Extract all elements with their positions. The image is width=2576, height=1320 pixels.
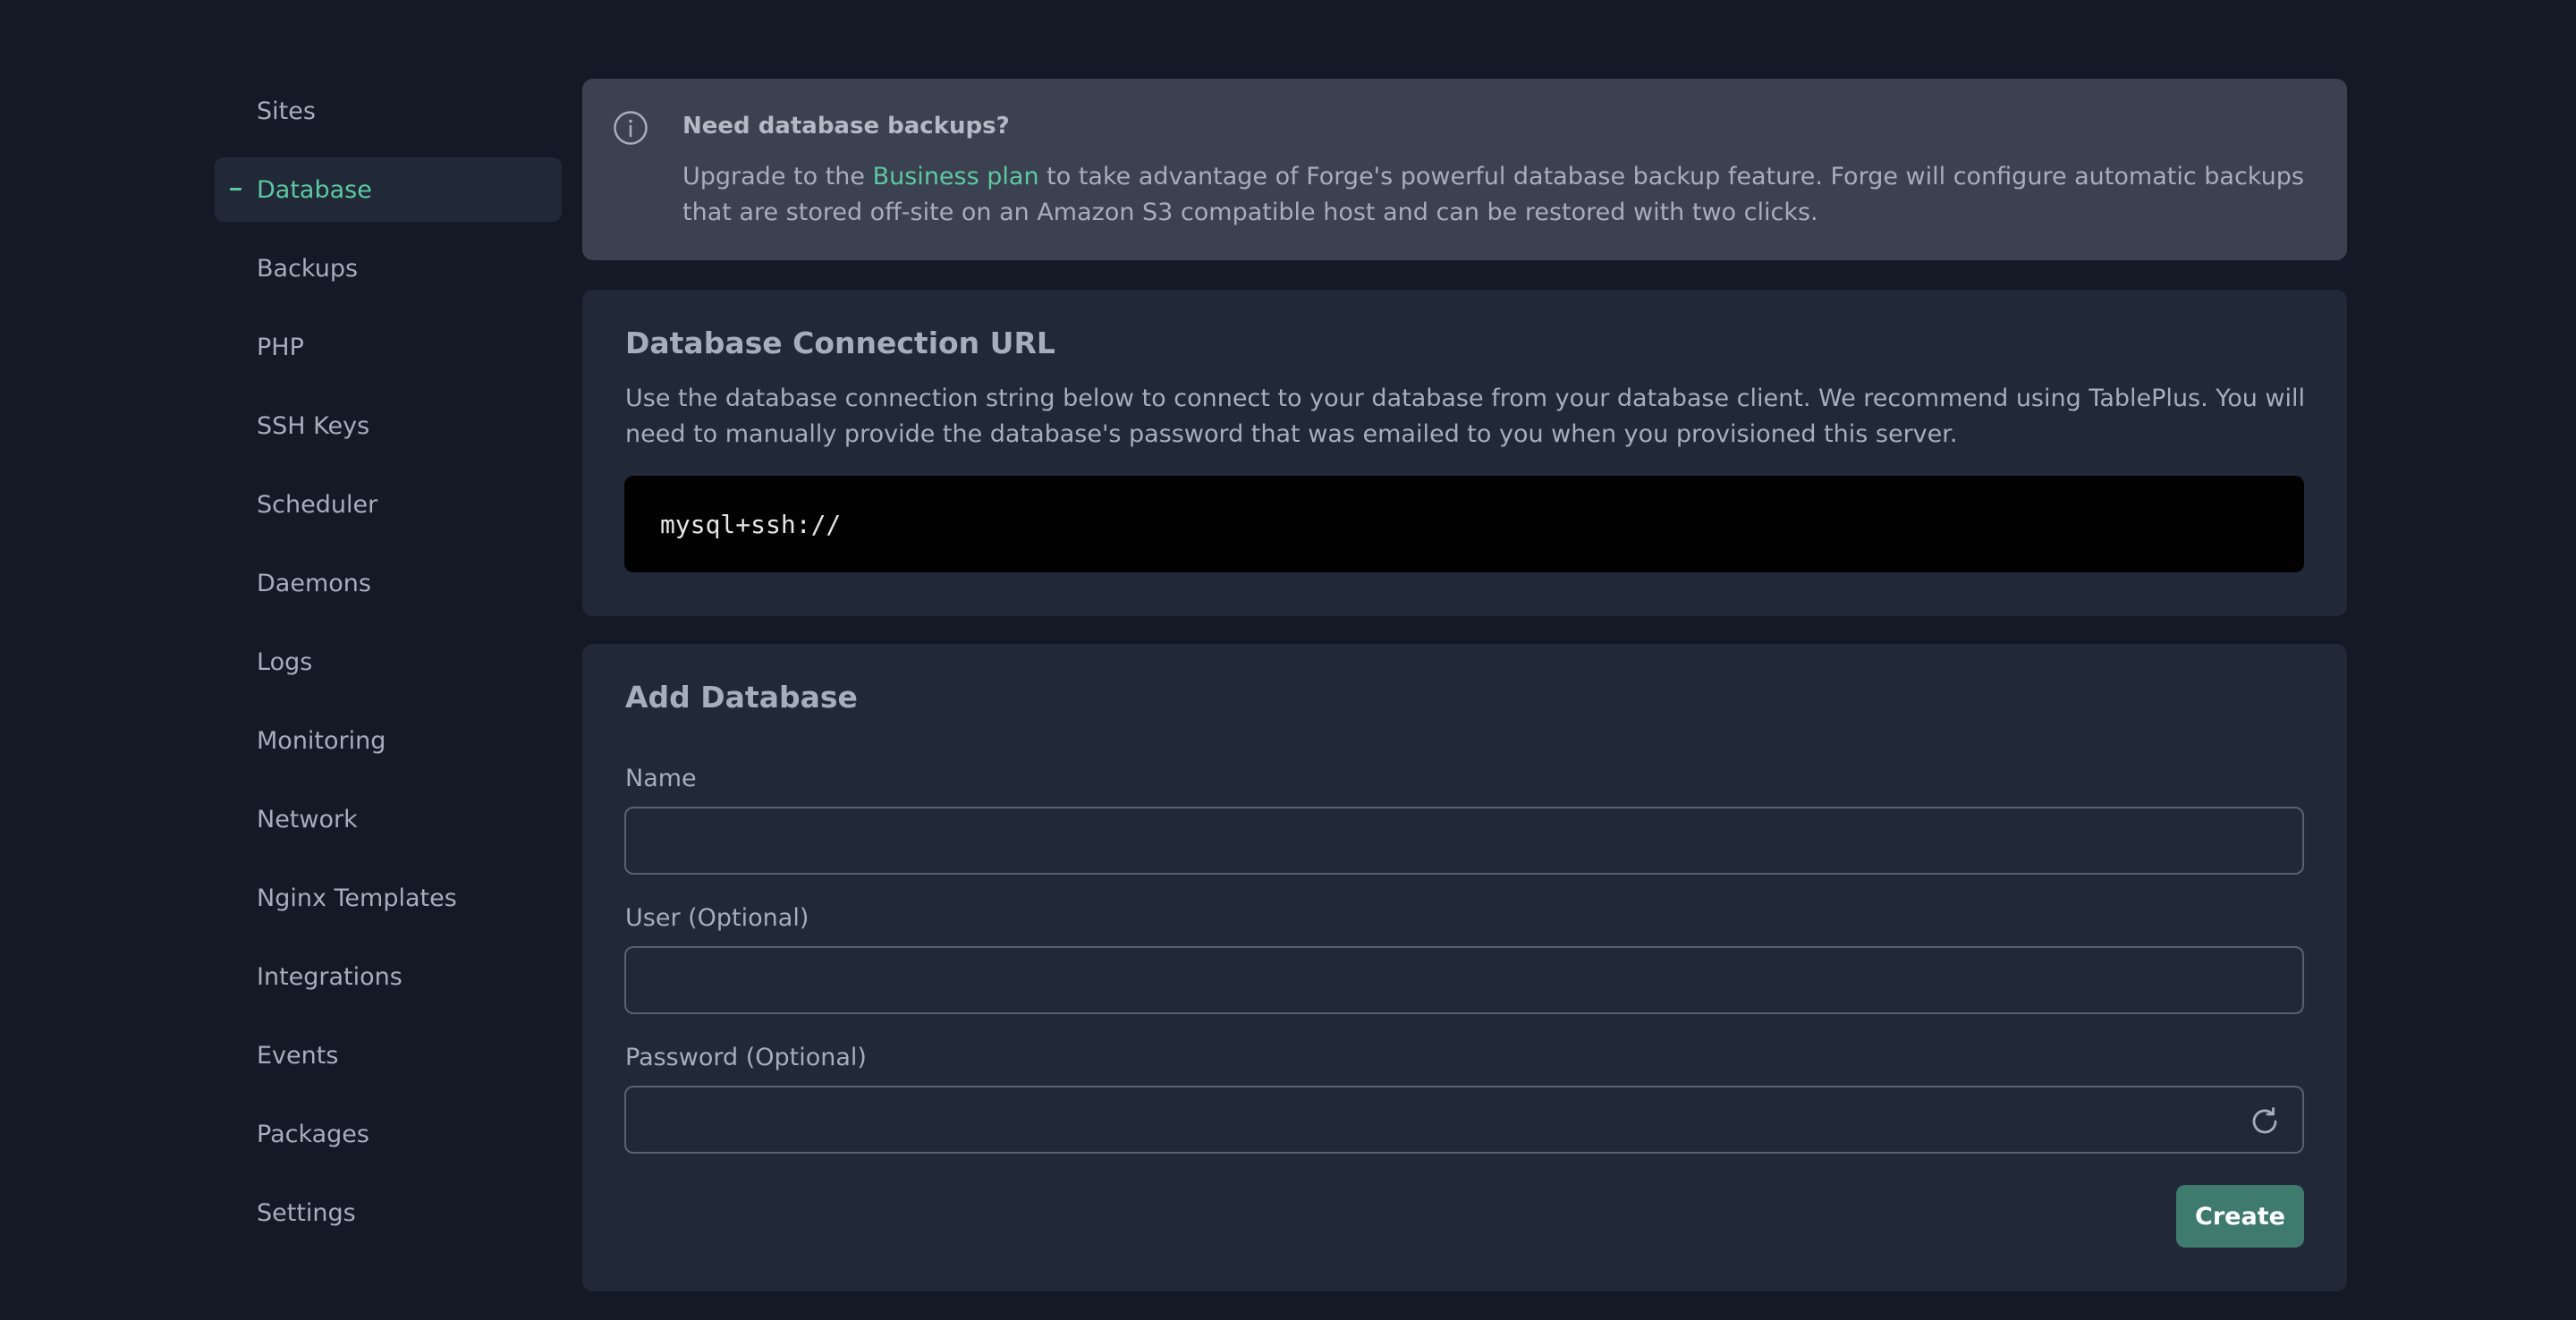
sidebar-item-integrations[interactable]: Integrations xyxy=(215,944,562,1009)
password-label: Password (Optional) xyxy=(625,1044,867,1071)
sidebar-item-logs[interactable]: Logs xyxy=(215,630,562,694)
sidebar-item-php[interactable]: PHP xyxy=(215,315,562,379)
sidebar-item-label: Packages xyxy=(257,1120,369,1148)
sidebar-item-scheduler[interactable]: Scheduler xyxy=(215,472,562,537)
refresh-icon[interactable] xyxy=(2249,1105,2281,1138)
connection-description: Use the database connection string below… xyxy=(625,385,2305,448)
sidebar-item-label: Events xyxy=(257,1041,339,1070)
sidebar-item-label: Daemons xyxy=(257,569,371,597)
sidebar-item-label: Logs xyxy=(257,647,313,676)
connection-url-box[interactable]: mysql+ssh:// xyxy=(624,476,2304,572)
notice-text-before: Upgrade to the xyxy=(682,163,873,190)
sidebar-item-packages[interactable]: Packages xyxy=(215,1102,562,1166)
sidebar-item-label: Sites xyxy=(257,97,316,125)
sidebar-item-settings[interactable]: Settings xyxy=(215,1180,562,1245)
sidebar-item-daemons[interactable]: Daemons xyxy=(215,551,562,615)
sidebar-item-database[interactable]: Database xyxy=(215,157,562,222)
sidebar-item-ssh-keys[interactable]: SSH Keys xyxy=(215,393,562,458)
sidebar-item-events[interactable]: Events xyxy=(215,1023,562,1087)
notice-title: Need database backups? xyxy=(682,113,1010,140)
sidebar-item-label: Integrations xyxy=(257,962,402,991)
create-button[interactable]: Create xyxy=(2176,1185,2304,1248)
password-field xyxy=(624,1086,2304,1154)
name-label: Name xyxy=(625,765,697,792)
active-indicator-icon xyxy=(230,188,242,190)
name-field xyxy=(624,807,2304,875)
sidebar-item-monitoring[interactable]: Monitoring xyxy=(215,708,562,773)
sidebar-item-backups[interactable]: Backups xyxy=(215,236,562,300)
sidebar-item-label: Nginx Templates xyxy=(257,884,457,912)
sidebar-item-label: Database xyxy=(257,175,372,204)
name-input[interactable] xyxy=(626,808,2302,873)
sidebar-item-label: Settings xyxy=(257,1198,356,1227)
sidebar-item-label: Scheduler xyxy=(257,490,378,519)
sidebar-item-label: Network xyxy=(257,805,358,833)
sidebar-item-label: Backups xyxy=(257,254,359,283)
sidebar-item-network[interactable]: Network xyxy=(215,787,562,851)
password-input[interactable] xyxy=(626,1087,2302,1152)
add-database-panel: Add Database Name User (Optional) Passwo… xyxy=(582,644,2347,1291)
backup-upgrade-notice: Need database backups? Upgrade to the Bu… xyxy=(582,79,2347,260)
business-plan-link[interactable]: Business plan xyxy=(873,163,1039,190)
sidebar-item-label: Monitoring xyxy=(257,726,386,755)
sidebar-item-label: SSH Keys xyxy=(257,411,370,440)
sidebar-item-sites[interactable]: Sites xyxy=(215,79,562,143)
info-icon xyxy=(614,111,648,145)
connection-url-panel: Database Connection URL Use the database… xyxy=(582,290,2347,616)
user-input[interactable] xyxy=(626,948,2302,1012)
connection-title: Database Connection URL xyxy=(625,326,1055,360)
notice-body: Upgrade to the Business plan to take adv… xyxy=(682,159,2310,231)
sidebar-item-nginx-templates[interactable]: Nginx Templates xyxy=(215,866,562,930)
sidebar-nav: Sites Database Backups PHP SSH Keys Sche… xyxy=(215,79,562,1259)
add-database-title: Add Database xyxy=(625,680,858,715)
user-label: User (Optional) xyxy=(625,904,809,932)
sidebar-item-label: PHP xyxy=(257,333,304,361)
user-field xyxy=(624,946,2304,1014)
